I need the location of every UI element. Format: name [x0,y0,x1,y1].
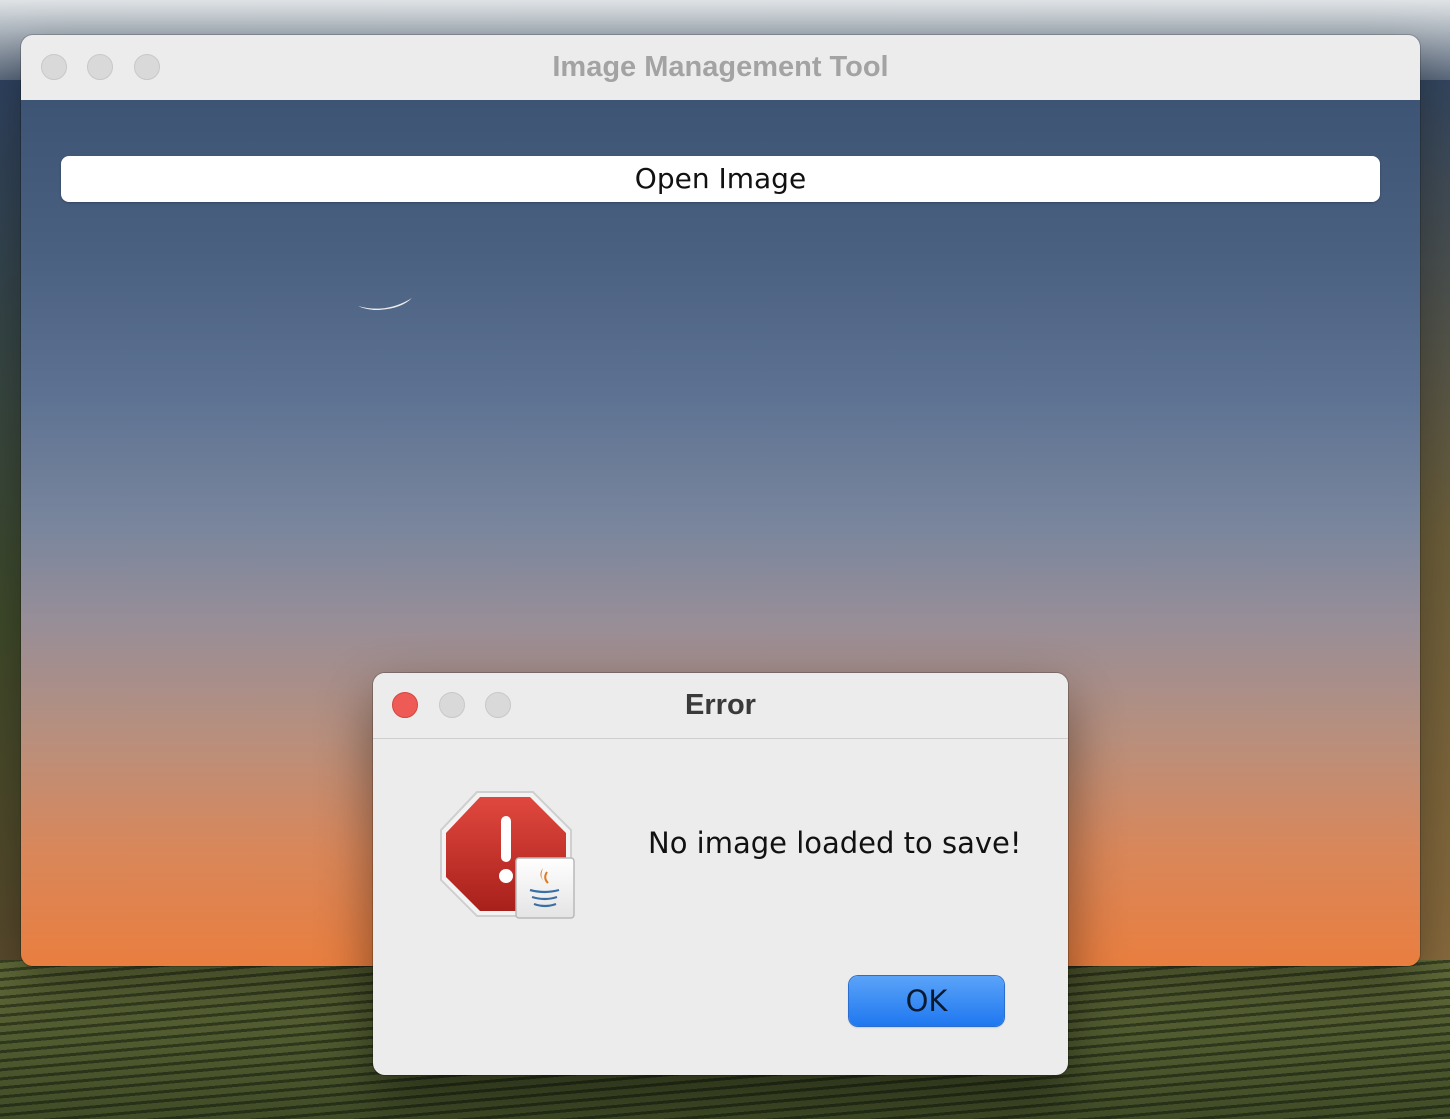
main-zoom-button[interactable] [134,54,160,80]
desktop-background: Image Management Tool Open Image Error N… [0,0,1450,1119]
dialog-titlebar[interactable]: Error [373,673,1068,739]
dialog-message: No image loaded to save! [648,826,1022,860]
main-close-button[interactable] [41,54,67,80]
main-minimize-button[interactable] [87,54,113,80]
dialog-close-button[interactable] [392,692,418,718]
crescent-moon-icon [358,298,412,310]
error-stop-sign-icon [440,791,575,919]
main-titlebar[interactable]: Image Management Tool [21,35,1420,101]
dialog-zoom-button[interactable] [485,692,511,718]
main-window-title: Image Management Tool [552,51,889,83]
error-dialog: Error No image loaded to save! OK [373,673,1068,1075]
dialog-minimize-button[interactable] [439,692,465,718]
java-badge-icon [515,857,575,919]
open-image-button[interactable]: Open Image [61,156,1380,202]
ok-button[interactable]: OK [849,976,1004,1026]
desktop-hill-right [1418,80,1450,980]
dialog-title: Error [685,689,756,721]
